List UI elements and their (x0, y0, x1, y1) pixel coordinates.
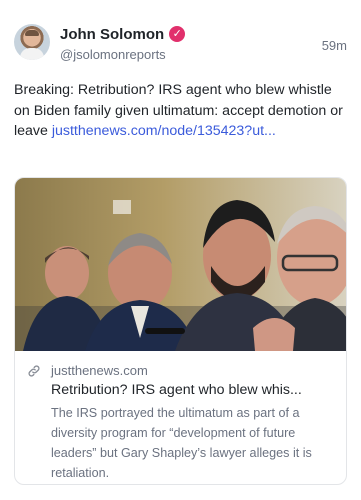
link-title[interactable]: Retribution? IRS agent who blew whis... (51, 381, 334, 400)
author-avatar[interactable] (14, 24, 50, 60)
avatar-shirt (20, 48, 44, 60)
link-preview-card[interactable]: justthenews.com Retribution? IRS agent w… (14, 177, 347, 485)
author-handle[interactable]: @jsolomonreports (60, 47, 166, 62)
link-domain: justthenews.com (51, 363, 148, 378)
verified-badge-icon: ✓ (169, 26, 186, 42)
hearing-photo (15, 178, 346, 351)
link-preview-image (15, 178, 346, 351)
author-name-row[interactable]: John Solomon ✓ (60, 24, 186, 44)
avatar-hair (25, 30, 39, 36)
link-domain-row: justthenews.com (27, 362, 334, 379)
link-description: The IRS portrayed the ultimatum as part … (51, 406, 312, 480)
link-icon (27, 364, 41, 378)
author-name[interactable]: John Solomon (60, 26, 164, 43)
post-timestamp[interactable]: 59m (322, 38, 347, 53)
post[interactable]: John Solomon ✓ @jsolomonreports 59m Brea… (0, 0, 361, 500)
link-preview-meta: justthenews.com Retribution? IRS agent w… (15, 362, 346, 483)
post-text: Breaking: Retribution? IRS agent who ble… (14, 80, 350, 142)
post-link[interactable]: justthenews.com/node/135423?ut... (52, 123, 276, 139)
